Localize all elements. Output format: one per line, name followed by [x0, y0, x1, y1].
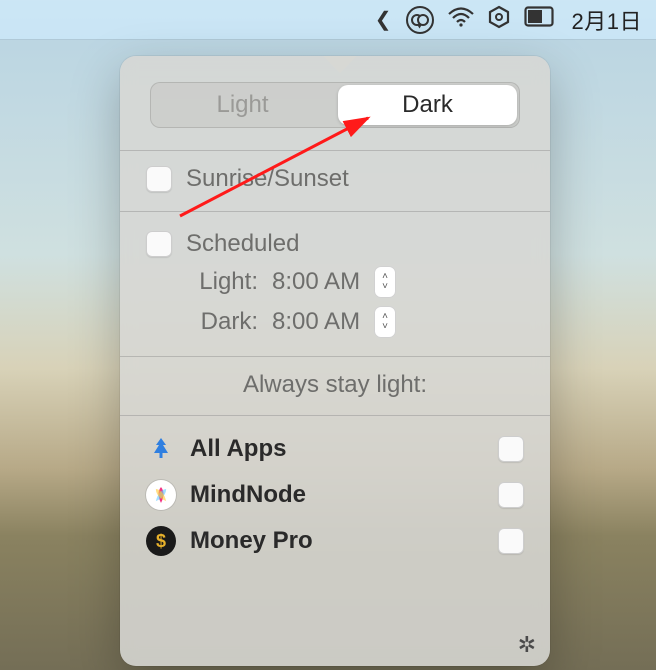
- sunrise-label: Sunrise/Sunset: [186, 165, 349, 193]
- moneypro-checkbox[interactable]: [498, 528, 524, 554]
- display-icon[interactable]: [524, 6, 554, 34]
- app-list: All Apps MindNode $ Money Pro: [120, 416, 550, 564]
- scheduled-light-time: 8:00 AM: [272, 268, 360, 296]
- mindnode-icon: [146, 480, 176, 510]
- always-stay-light-title: Always stay light:: [120, 357, 550, 416]
- nightowl-menubar-icon[interactable]: [406, 6, 434, 34]
- wifi-icon[interactable]: [448, 7, 474, 33]
- sunrise-checkbox[interactable]: [146, 166, 172, 192]
- theme-segment-section: Light Dark: [120, 56, 550, 151]
- app-label: All Apps: [190, 435, 484, 463]
- app-row-allapps[interactable]: All Apps: [140, 426, 530, 472]
- menubar-date[interactable]: 2月1日: [568, 4, 646, 36]
- menu-bar: ❮ 2月1日: [0, 0, 656, 40]
- nightowl-popover: Light Dark Sunrise/Sunset Scheduled Ligh…: [120, 56, 550, 666]
- app-row-mindnode[interactable]: MindNode: [140, 472, 530, 518]
- sunrise-section: Sunrise/Sunset: [120, 151, 550, 212]
- scheduled-label: Scheduled: [186, 230, 299, 258]
- moneypro-icon: $: [146, 526, 176, 556]
- scheduled-checkbox[interactable]: [146, 231, 172, 257]
- scheduled-light-label: Light:: [186, 268, 258, 296]
- mindnode-checkbox[interactable]: [498, 482, 524, 508]
- scheduled-section: Scheduled Light: 8:00 AM ˄˅ Dark: 8:00 A…: [120, 212, 550, 357]
- app-label: Money Pro: [190, 527, 484, 555]
- dark-time-stepper[interactable]: ˄˅: [374, 306, 396, 338]
- app-row-moneypro[interactable]: $ Money Pro: [140, 518, 530, 564]
- scheduled-dark-time: 8:00 AM: [272, 308, 360, 336]
- app-label: MindNode: [190, 481, 484, 509]
- allapps-checkbox[interactable]: [498, 436, 524, 462]
- allapps-icon: [146, 434, 176, 464]
- settings-gear-icon[interactable]: ✲: [518, 632, 536, 658]
- dark-segment[interactable]: Dark: [338, 85, 517, 125]
- hexagon-icon[interactable]: [488, 5, 510, 35]
- light-segment[interactable]: Light: [150, 82, 335, 128]
- theme-segmented-control[interactable]: Light Dark: [150, 82, 520, 128]
- chevron-left-icon[interactable]: ❮: [375, 7, 392, 32]
- light-time-stepper[interactable]: ˄˅: [374, 266, 396, 298]
- scheduled-dark-label: Dark:: [186, 308, 258, 336]
